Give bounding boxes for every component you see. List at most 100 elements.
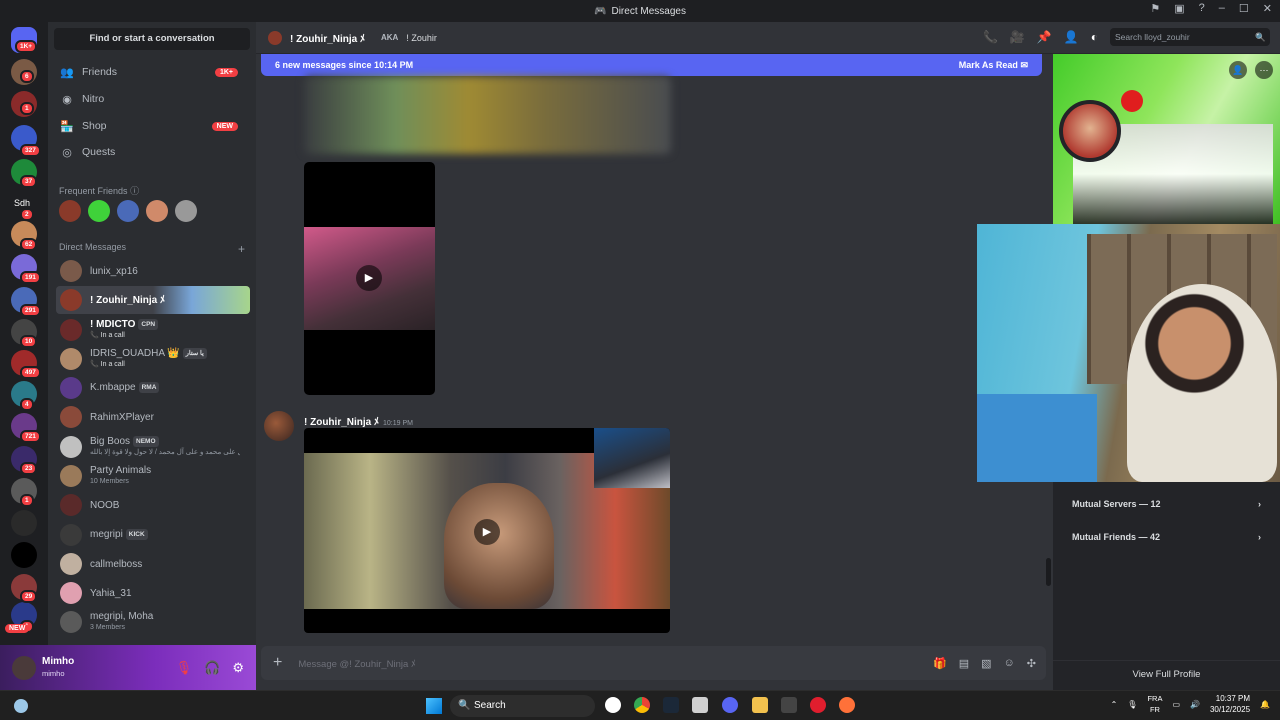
chat-header: ! Zouhir_Ninja ﾒ AKA ! Zouhir 📞 🎥 📌 👤 ◐ …: [256, 22, 1280, 54]
frequent-friend-avatar[interactable]: [59, 200, 81, 222]
add-friends-icon[interactable]: 👤: [1064, 30, 1079, 44]
dm-item[interactable]: Party Animals 10 Members: [56, 462, 250, 490]
inbox-flag-icon[interactable]: ⚑: [1150, 2, 1160, 15]
server-badge: 23: [20, 462, 38, 475]
server-acronym[interactable]: Sdh: [14, 198, 30, 208]
taskbar-search[interactable]: 🔍 Search: [450, 695, 595, 717]
user-profile-icon[interactable]: ◐: [1091, 30, 1098, 44]
dm-name: ! Zouhir_Ninja ﾒ: [90, 294, 165, 306]
message-avatar[interactable]: [264, 411, 294, 441]
headphones-icon[interactable]: 🎧: [204, 660, 220, 676]
firefox-icon[interactable]: [839, 697, 855, 713]
message-author[interactable]: ! Zouhir_Ninja ﾒ: [304, 417, 379, 428]
dm-item[interactable]: Yahia_31: [56, 579, 250, 607]
new-messages-bar[interactable]: 6 new messages since 10:14 PM Mark As Re…: [261, 54, 1042, 76]
dm-item[interactable]: IDRIS_OUADHA 👑 ﯾﺎ ﺳﺘﺎﺭ 📞 In a call: [56, 345, 250, 373]
sticker-icon[interactable]: ▧: [981, 657, 991, 670]
app-icon[interactable]: [692, 697, 708, 713]
view-full-profile-button[interactable]: View Full Profile: [1053, 660, 1280, 688]
nitro-icon: ◉: [62, 93, 72, 106]
emoji-icon[interactable]: ☺: [1004, 657, 1015, 670]
opera-gx-icon[interactable]: [810, 697, 826, 713]
blurred-image-attachment[interactable]: [304, 76, 671, 154]
mutual-servers-row[interactable]: Mutual Servers — 12 ›: [1063, 491, 1270, 517]
message-composer[interactable]: + Message @! Zouhir_Ninja ﾒ 🎁 ▤ ▧ ☺ ✣: [261, 646, 1046, 680]
steam-icon[interactable]: [663, 697, 679, 713]
dm-item[interactable]: lunix_xp16: [56, 257, 250, 285]
nav-quests[interactable]: ◎ Quests: [56, 140, 248, 164]
chat-scrollbar[interactable]: [1046, 558, 1051, 586]
network-icon[interactable]: ▭: [1172, 700, 1180, 709]
gift-icon[interactable]: 🎁: [933, 657, 947, 670]
frequent-friends-heading: Frequent Friends ⓘ: [59, 184, 139, 197]
volume-icon[interactable]: 🔊: [1190, 700, 1200, 709]
crown-icon: 👑: [167, 348, 180, 360]
server-badge: 10: [20, 335, 38, 348]
voice-call-icon[interactable]: 📞: [983, 30, 998, 44]
dm-item[interactable]: ! MDICTO CPN 📞 In a call: [56, 316, 250, 344]
pin-icon[interactable]: 📌: [1037, 30, 1052, 44]
language-indicator[interactable]: FRA FR: [1147, 693, 1162, 715]
close-button[interactable]: ✕: [1263, 2, 1272, 15]
dm-item[interactable]: callmelboss: [56, 550, 250, 578]
clock[interactable]: 10:37 PM 30/12/2025: [1210, 693, 1250, 715]
mark-as-read-button[interactable]: Mark As Read ✉: [959, 60, 1028, 71]
clock-date: 30/12/2025: [1209, 705, 1251, 714]
search-input[interactable]: Search lloyd_zouhir 🔍: [1110, 28, 1270, 46]
frequent-friend-avatar[interactable]: [146, 200, 168, 222]
info-icon[interactable]: ⓘ: [130, 186, 139, 196]
play-icon[interactable]: ▶: [356, 265, 382, 291]
avatar: [60, 348, 82, 370]
discord-logo-icon: 🎮: [594, 5, 607, 17]
chrome-icon[interactable]: [634, 697, 650, 713]
app-icon[interactable]: [781, 697, 797, 713]
nav-nitro[interactable]: ◉ Nitro: [56, 87, 248, 111]
maximize-button[interactable]: ☐: [1239, 2, 1249, 15]
discord-icon[interactable]: [722, 697, 738, 713]
server-icon[interactable]: [11, 542, 37, 568]
video-attachment[interactable]: ▶: [304, 162, 435, 395]
avatar[interactable]: [12, 655, 36, 680]
minimize-button[interactable]: –: [1219, 2, 1225, 15]
server-icon[interactable]: [11, 510, 37, 536]
screen-icon[interactable]: ▣: [1174, 2, 1184, 15]
apps-icon[interactable]: ✣: [1027, 657, 1036, 670]
profile-avatar[interactable]: [1059, 100, 1121, 162]
gif-icon[interactable]: ▤: [959, 657, 969, 670]
more-options-icon[interactable]: ⋯: [1255, 61, 1273, 79]
file-explorer-icon[interactable]: [752, 697, 768, 713]
dm-item[interactable]: megripi, Moha 3 Members: [56, 608, 250, 636]
play-icon[interactable]: ▶: [474, 519, 500, 545]
mute-mic-icon[interactable]: 🎙: [176, 660, 193, 676]
find-conversation-button[interactable]: Find or start a conversation: [54, 28, 250, 50]
dm-item-active[interactable]: ! Zouhir_Ninja ﾒ: [56, 286, 250, 314]
dm-item[interactable]: megripi KICK: [56, 521, 250, 549]
notification-bell-icon[interactable]: 🔔: [1260, 700, 1270, 709]
dm-item[interactable]: RahimXPlayer: [56, 403, 250, 431]
video-call-icon[interactable]: 🎥: [1010, 30, 1025, 44]
create-dm-plus-icon[interactable]: +: [238, 242, 245, 256]
microphone-icon[interactable]: 🎙: [1127, 700, 1137, 709]
mutual-friends-row[interactable]: Mutual Friends — 42 ›: [1063, 524, 1270, 550]
nav-friends[interactable]: 👥 Friends 1K+: [56, 60, 248, 84]
frequent-friend-avatar[interactable]: [88, 200, 110, 222]
frequent-friend-avatar[interactable]: [117, 200, 139, 222]
chevron-up-icon[interactable]: ⌃: [1111, 700, 1118, 709]
add-friend-icon[interactable]: 👤: [1229, 61, 1247, 79]
dm-status: اللهم صل على محمد و على آل محمد / لا حول…: [90, 449, 240, 457]
frequent-friend-avatar[interactable]: [175, 200, 197, 222]
dm-item[interactable]: NOOB: [56, 491, 250, 519]
chatgpt-icon[interactable]: [605, 697, 621, 713]
new-servers-badge[interactable]: NEW: [5, 624, 30, 633]
settings-gear-icon[interactable]: ⚙: [232, 660, 244, 676]
weather-icon[interactable]: [14, 699, 28, 713]
video-attachment[interactable]: ▶: [304, 428, 670, 633]
windows-start-icon[interactable]: [426, 698, 442, 714]
nav-shop[interactable]: 🏪 Shop NEW: [56, 114, 248, 138]
user-panel: Mimho mimho 🎙 🎧 ⚙: [0, 645, 256, 690]
message-header: ! Zouhir_Ninja ﾒ 10:19 PM: [304, 413, 413, 428]
attach-plus-icon[interactable]: +: [273, 654, 282, 672]
dm-item[interactable]: K.mbappe RMA: [56, 374, 250, 402]
help-icon[interactable]: ?: [1199, 2, 1205, 15]
dm-item[interactable]: Big BoosNEMO اللهم صل على محمد و على آل م…: [56, 433, 250, 461]
